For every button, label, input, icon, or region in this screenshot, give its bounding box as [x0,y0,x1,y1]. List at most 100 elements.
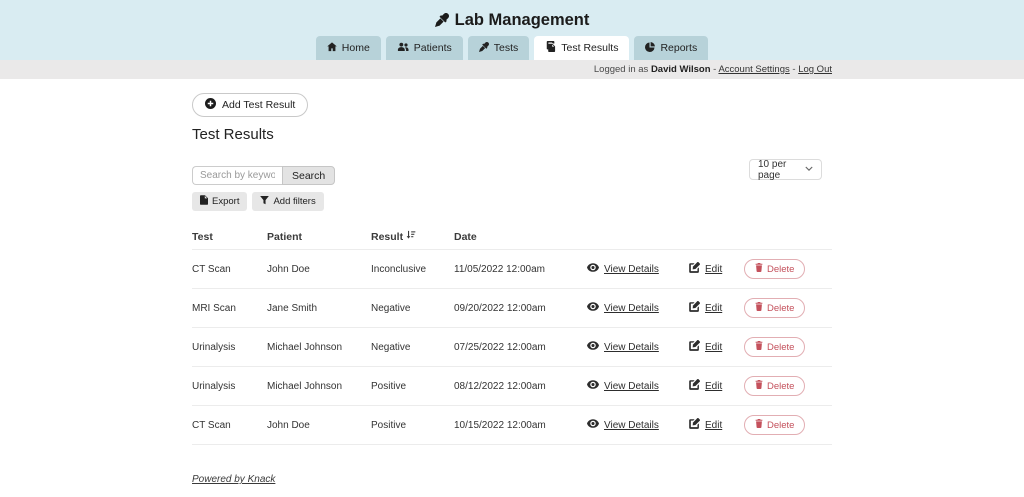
cell-result: Positive [371,420,454,431]
edit-icon [689,262,700,276]
view-details-link[interactable]: View Details [604,264,659,275]
eye-icon [587,263,599,275]
cell-date: 11/05/2022 12:00am [454,264,587,275]
home-icon [327,42,337,55]
main-content: Add Test Result Test Results Search Expo… [192,79,832,485]
export-label: Export [212,196,239,207]
tab-label: Test Results [561,42,618,54]
delete-button[interactable]: Delete [744,415,805,435]
tab-tests[interactable]: Tests [468,36,530,60]
filter-icon [260,196,269,208]
cell-result: Positive [371,381,454,392]
view-details-link[interactable]: View Details [604,303,659,314]
edit-link[interactable]: Edit [705,381,722,392]
separator: - [792,64,795,75]
cell-test: Urinalysis [192,342,267,353]
edit-link[interactable]: Edit [705,420,722,431]
cell-date: 08/12/2022 12:00am [454,381,587,392]
delete-button[interactable]: Delete [744,376,805,396]
cell-result: Negative [371,303,454,314]
view-details-link[interactable]: View Details [604,420,659,431]
eye-icon [587,380,599,392]
tab-reports[interactable]: Reports [634,36,708,60]
cell-patient: Jane Smith [267,303,371,314]
export-button[interactable]: Export [192,192,247,211]
cell-test: Urinalysis [192,381,267,392]
toolbar-buttons: Export Add filters [192,192,832,211]
edit-link[interactable]: Edit [705,342,722,353]
edit-icon [689,301,700,315]
file-icon [200,195,208,208]
search-input[interactable] [192,166,282,185]
eyedropper-icon [435,11,455,29]
cell-test: MRI Scan [192,303,267,314]
powered-by-knack-link[interactable]: Powered by Knack [192,474,275,485]
eye-icon [587,341,599,353]
table-row: Urinalysis Michael Johnson Negative 07/2… [192,327,832,366]
delete-button[interactable]: Delete [744,298,805,318]
nav-tabs: Home Patients Tests Test Results Reports [0,36,1024,60]
cell-patient: John Doe [267,264,371,275]
delete-button[interactable]: Delete [744,259,805,279]
table-header-row: Test Patient Result Date [192,223,832,249]
add-test-result-button[interactable]: Add Test Result [192,93,308,117]
add-filters-button[interactable]: Add filters [252,192,323,211]
trash-icon [755,419,763,431]
edit-link[interactable]: Edit [705,264,722,275]
cell-result: Inconclusive [371,264,454,275]
column-header-test[interactable]: Test [192,231,267,243]
tab-patients[interactable]: Patients [386,36,463,60]
edit-icon [689,418,700,432]
table-row: CT Scan John Doe Positive 10/15/2022 12:… [192,405,832,445]
test-results-table: Test Patient Result Date CT Scan John Do… [192,223,832,445]
edit-icon [689,379,700,393]
trash-icon [755,380,763,392]
eye-icon [587,302,599,314]
cell-date: 09/20/2022 12:00am [454,303,587,314]
log-out-link[interactable]: Log Out [798,64,832,75]
tab-label: Home [342,42,370,54]
search-group: Search [192,166,335,185]
add-filters-label: Add filters [273,196,315,207]
cell-patient: John Doe [267,420,371,431]
column-header-result[interactable]: Result [371,230,454,243]
table-row: CT Scan John Doe Inconclusive 11/05/2022… [192,249,832,288]
per-page-value: 10 per page [758,159,805,181]
table-body: CT Scan John Doe Inconclusive 11/05/2022… [192,249,832,445]
view-details-link[interactable]: View Details [604,342,659,353]
cell-date: 07/25/2022 12:00am [454,342,587,353]
tab-label: Reports [660,42,697,54]
table-row: Urinalysis Michael Johnson Positive 08/1… [192,366,832,405]
tab-test-results[interactable]: Test Results [534,36,629,60]
cell-date: 10/15/2022 12:00am [454,420,587,431]
search-button[interactable]: Search [282,166,335,185]
add-test-result-label: Add Test Result [222,99,295,111]
cell-test: CT Scan [192,420,267,431]
edit-icon [689,340,700,354]
trash-icon [755,263,763,275]
trash-icon [755,341,763,353]
column-header-date[interactable]: Date [454,231,587,243]
tab-home[interactable]: Home [316,36,381,60]
user-bar: Logged in as David Wilson - Account Sett… [0,60,1024,79]
column-header-patient[interactable]: Patient [267,231,371,243]
tab-label: Tests [494,42,519,54]
app-title-row: Lab Management [0,11,1024,30]
plus-circle-icon [205,98,216,112]
eyedropper-icon [479,42,489,55]
pie-chart-icon [645,42,655,55]
account-settings-link[interactable]: Account Settings [718,64,789,75]
separator: - [713,64,716,75]
cell-patient: Michael Johnson [267,342,371,353]
table-row: MRI Scan Jane Smith Negative 09/20/2022 … [192,288,832,327]
chevron-down-icon [805,164,813,175]
delete-button[interactable]: Delete [744,337,805,357]
view-details-link[interactable]: View Details [604,381,659,392]
edit-link[interactable]: Edit [705,303,722,314]
users-icon [397,42,409,55]
clipboard-icon [545,41,556,55]
tab-label: Patients [414,42,452,54]
user-name: David Wilson [651,64,711,75]
per-page-select[interactable]: 10 per page [749,159,822,180]
toolbar: Search Export Add filters 10 per page [192,165,832,211]
